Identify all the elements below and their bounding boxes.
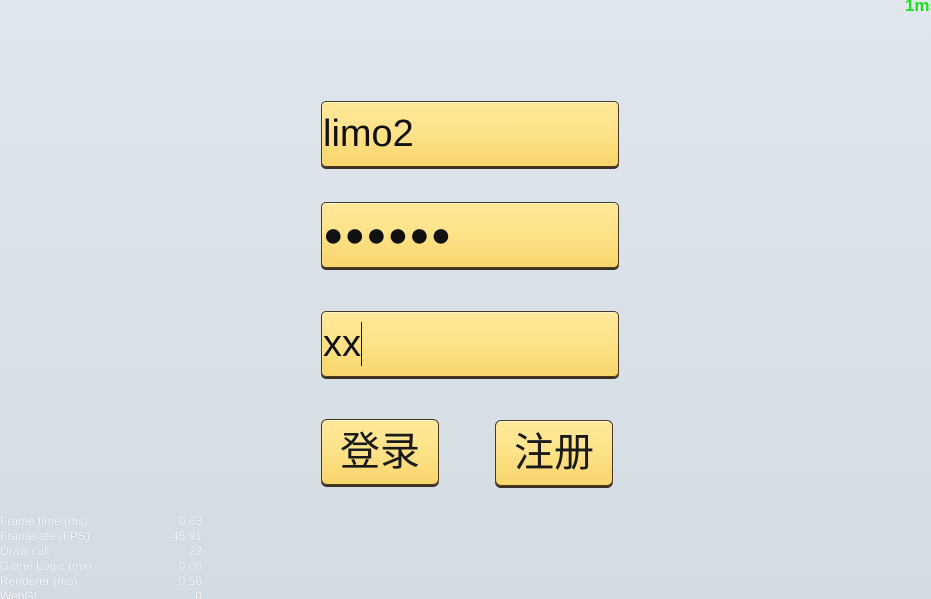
stat-value: 0.06 (178, 559, 202, 573)
password-input[interactable]: ●●●●●● (321, 202, 619, 268)
username-input[interactable]: limo2 (321, 101, 619, 167)
ping-readout: 1ms (904, 0, 931, 15)
stat-row: Frame time (ms) 0.63 (0, 514, 202, 529)
stat-label: Renderer (ms) (0, 574, 78, 588)
stat-row: WebGL 0 (0, 589, 202, 599)
stat-label: WebGL (0, 589, 41, 599)
text-caret (361, 322, 362, 366)
stat-row: Renderer (ms) 0.56 (0, 574, 202, 589)
stat-label: Game Logic (ms) (0, 559, 93, 573)
stat-label: Framerate (FPS) (0, 529, 91, 543)
stat-row: Framerate (FPS) 45.91 (0, 529, 202, 544)
register-button-label: 注册 (514, 430, 594, 476)
password-mask: ●●●●●● (323, 216, 453, 254)
stat-label: Frame time (ms) (0, 514, 88, 528)
text-input[interactable]: xx (321, 311, 619, 377)
stat-value: 22 (188, 544, 202, 558)
stat-row: Game Logic (ms) 0.06 (0, 559, 202, 574)
stat-value: 0.63 (178, 514, 202, 528)
text-input-value: xx (323, 323, 361, 365)
username-value: limo2 (323, 113, 414, 155)
stat-value: 0.56 (178, 574, 202, 588)
debug-stats-panel: Frame time (ms) 0.63 Framerate (FPS) 45.… (0, 514, 202, 599)
stat-row: Draw call 22 (0, 544, 202, 559)
stat-label: Draw call (0, 544, 50, 558)
login-button-label: 登录 (340, 429, 420, 475)
register-button[interactable]: 注册 (495, 420, 613, 486)
login-button[interactable]: 登录 (321, 419, 439, 485)
stat-value: 0 (195, 589, 202, 599)
stat-value: 45.91 (171, 529, 202, 543)
